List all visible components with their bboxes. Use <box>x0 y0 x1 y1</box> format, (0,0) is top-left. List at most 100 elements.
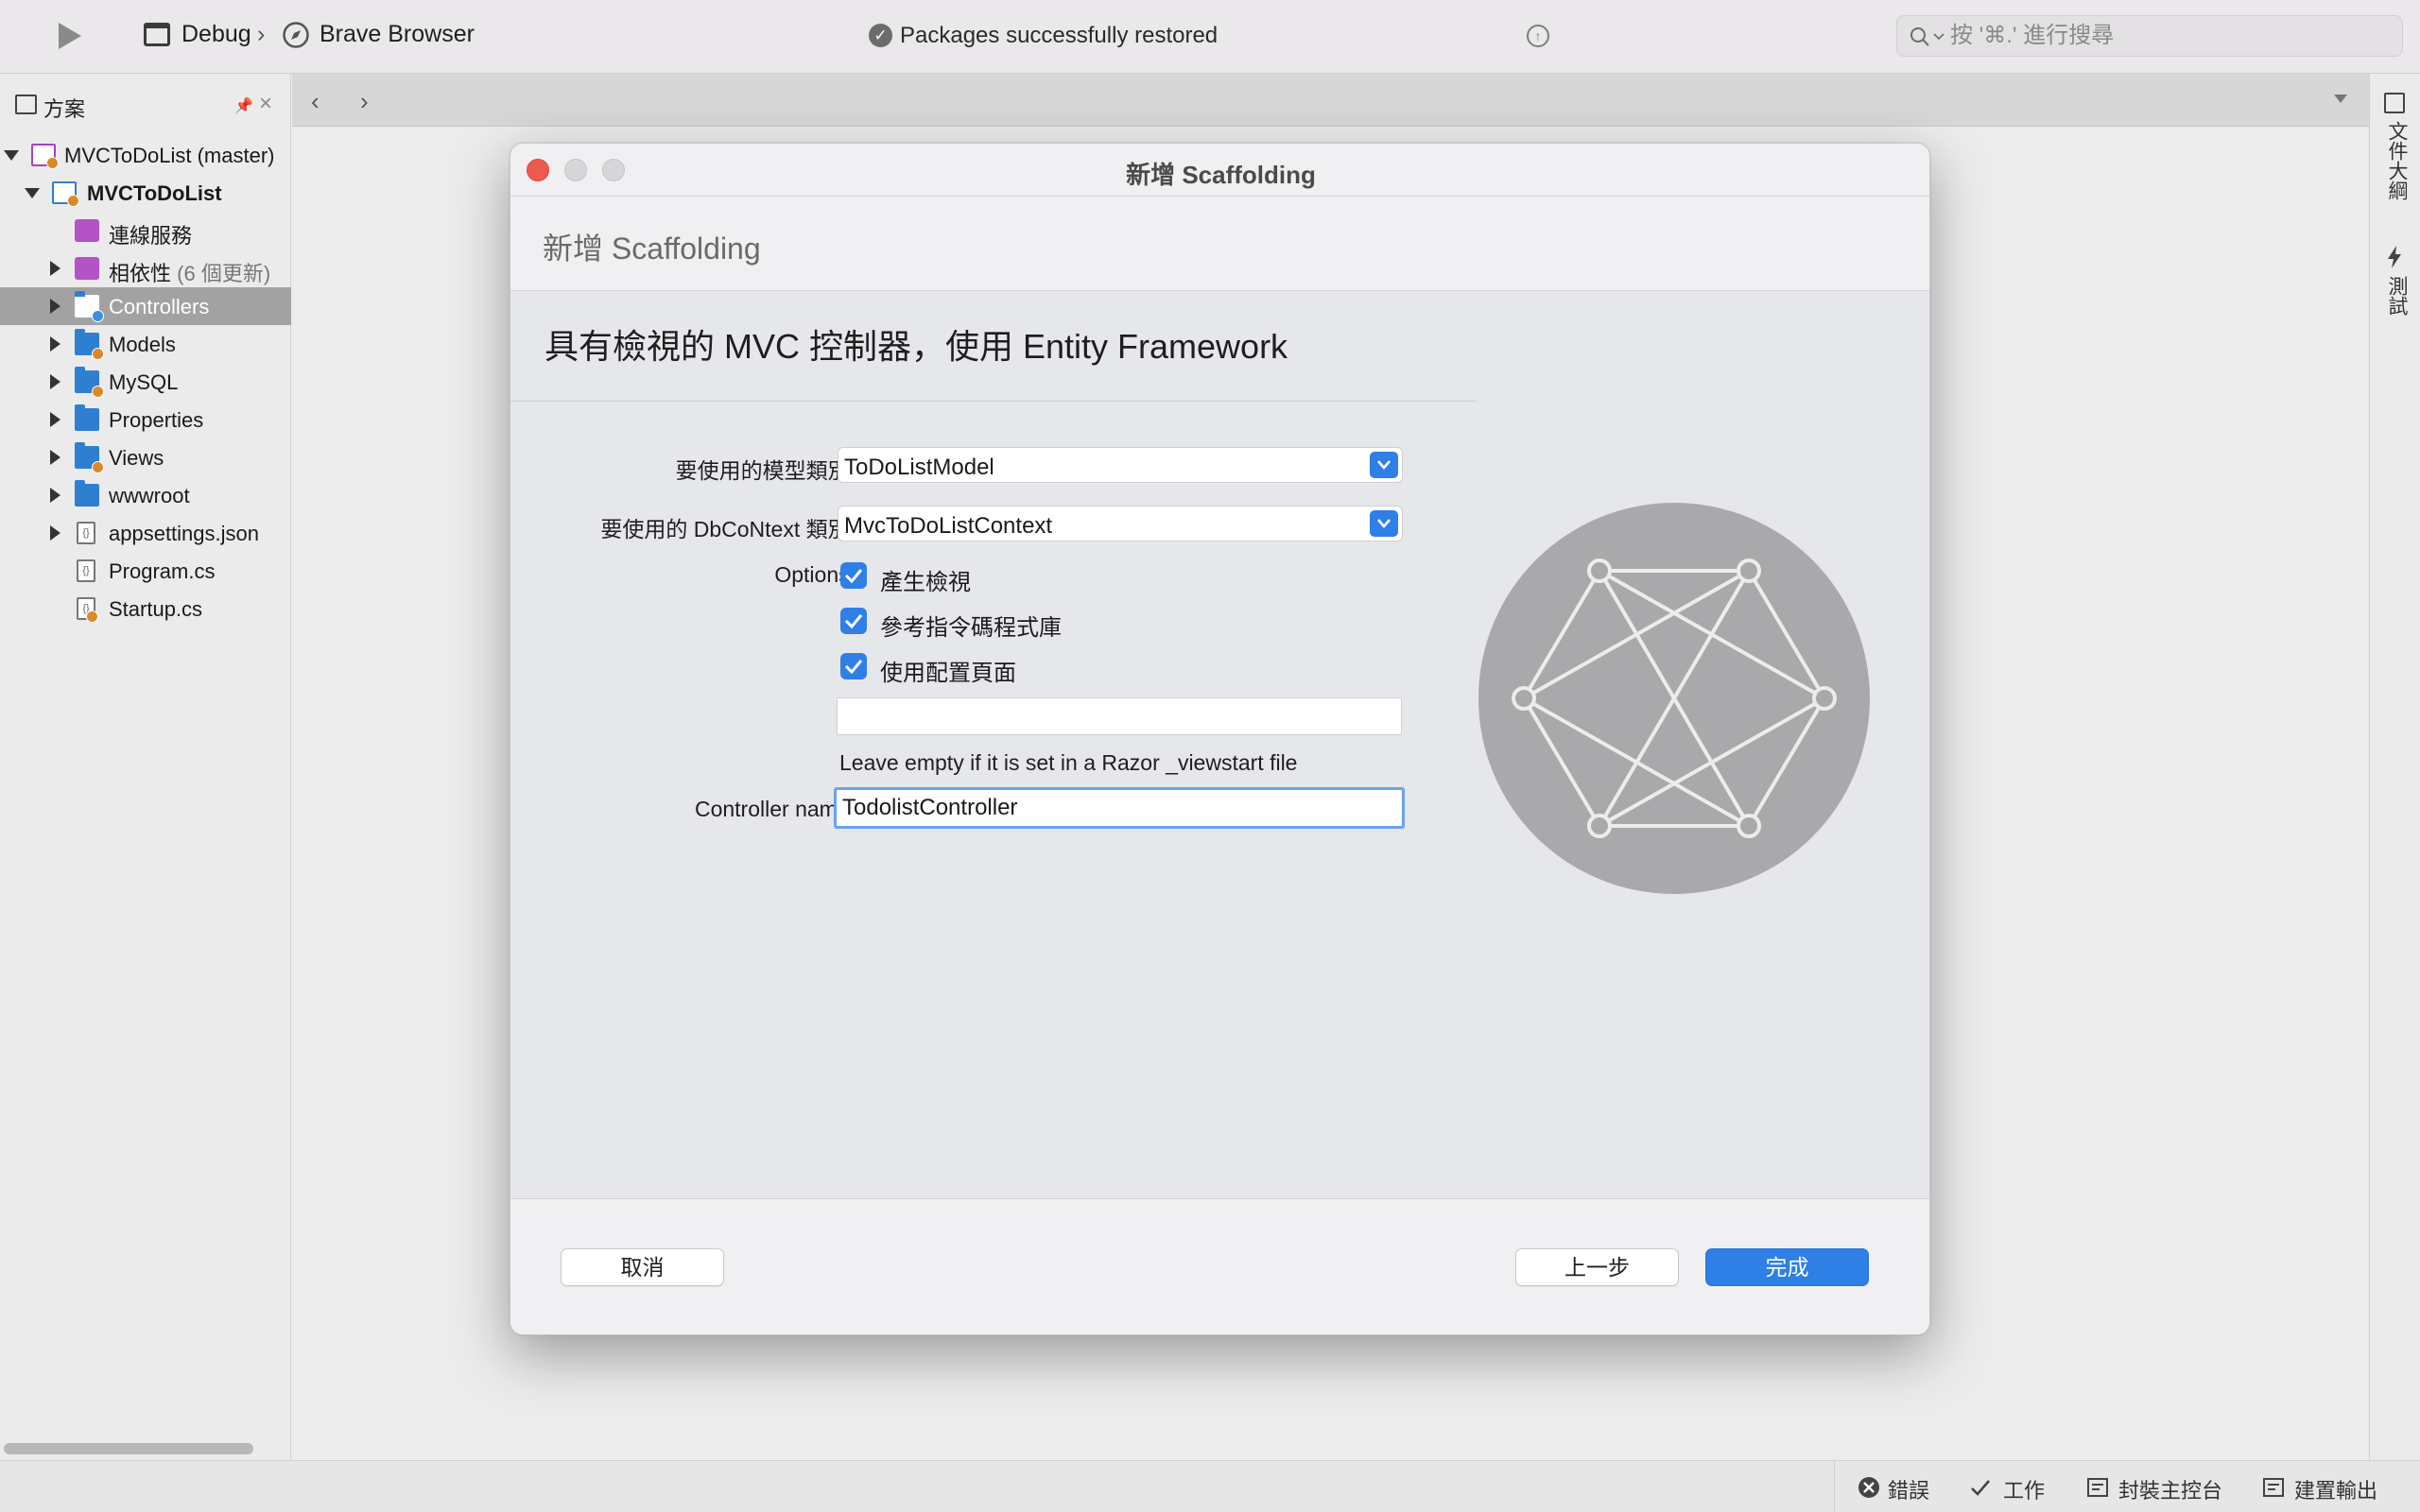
layout-page-hint: Leave empty if it is set in a Razor _vie… <box>839 750 1298 775</box>
add-scaffolding-dialog: 新增 Scaffolding 新增 Scaffolding 具有檢視的 MVC … <box>510 143 1930 1335</box>
tree-item-label: wwwroot <box>109 484 190 507</box>
chevron-right-icon[interactable] <box>50 412 60 427</box>
run-icon[interactable] <box>49 17 87 55</box>
cs-file-icon: {} <box>77 559 95 582</box>
tree-item-appsettings[interactable]: {} appsettings.json <box>0 514 291 552</box>
horizontal-scrollbar[interactable] <box>4 1443 253 1454</box>
folder-icon <box>75 442 104 473</box>
project-icon <box>52 181 79 207</box>
tree-item-solution[interactable]: MVCToDoList (master) <box>0 136 291 174</box>
tree-item-controllers[interactable]: Controllers <box>0 287 291 325</box>
model-class-select[interactable]: ToDoListModel <box>838 447 1403 483</box>
tree-item-models[interactable]: Models <box>0 325 291 363</box>
reference-script-libraries-checkbox[interactable] <box>840 608 867 634</box>
generate-views-label: 產生檢視 <box>880 570 971 595</box>
folder-icon <box>75 291 104 322</box>
tree-item-connected-services[interactable]: 連線服務 <box>0 212 291 249</box>
tree-item-dependencies[interactable]: 相依性 (6 個更新) <box>0 249 291 287</box>
folder-icon <box>75 480 99 507</box>
tree-item-label: MySQL <box>109 370 179 394</box>
chevron-down-icon[interactable] <box>25 188 40 198</box>
document-outline-tab[interactable]: 文件大綱 <box>2382 121 2411 200</box>
chevron-left-icon[interactable]: ‹ <box>311 87 320 116</box>
divider <box>510 401 1477 402</box>
chevron-right-icon[interactable] <box>50 488 60 503</box>
tree-item-project[interactable]: MVCToDoList <box>0 174 291 212</box>
dialog-header: 新增 Scaffolding <box>510 197 1929 291</box>
json-file-icon: {} <box>77 522 95 544</box>
checkmark-icon <box>1971 1480 1990 1496</box>
tree-item-properties[interactable]: Properties <box>0 401 291 438</box>
tree-item-mysql[interactable]: MySQL <box>0 363 291 401</box>
finish-button[interactable]: 完成 <box>1705 1248 1869 1286</box>
tree-item-program[interactable]: {} Program.cs <box>0 552 291 590</box>
dialog-header-title: 新增 Scaffolding <box>543 232 761 266</box>
solution-pad-icon <box>15 94 37 114</box>
solution-pad-header: 方案 📌 × <box>0 74 291 136</box>
tree-item-label: appsettings.json <box>109 522 259 545</box>
tree-item-wwwroot[interactable]: wwwroot <box>0 476 291 514</box>
chevron-right-icon[interactable] <box>50 525 60 541</box>
model-class-label: 要使用的模型類別: <box>675 458 856 483</box>
tree-item-label: MVCToDoList (master) <box>64 144 275 167</box>
chevron-down-icon[interactable] <box>4 150 19 161</box>
back-button[interactable]: 上一步 <box>1515 1248 1679 1286</box>
tree-item-label: 相依性 (6 個更新) <box>109 257 270 287</box>
document-outline-icon <box>2384 93 2405 113</box>
chevron-right-icon[interactable] <box>50 261 60 276</box>
use-layout-page-checkbox[interactable] <box>840 653 867 679</box>
chevron-right-icon[interactable] <box>50 374 60 389</box>
chevron-right-icon[interactable] <box>50 299 60 314</box>
tree-item-label: Controllers <box>109 295 210 318</box>
search-input[interactable] <box>1950 16 2394 56</box>
errors-pad-button[interactable]: 錯誤 <box>1888 1474 1929 1504</box>
chevron-down-icon[interactable] <box>1370 452 1398 478</box>
tab-list-dropdown-icon[interactable] <box>2334 94 2347 103</box>
test-tab[interactable]: 測試 <box>2382 276 2411 316</box>
solution-pad-title: 方案 <box>43 97 86 121</box>
cancel-button[interactable]: 取消 <box>561 1248 724 1286</box>
updates-icon[interactable]: ↑ <box>1527 25 1549 47</box>
search-box[interactable] <box>1896 15 2403 57</box>
chevron-right-icon[interactable]: › <box>360 87 369 116</box>
pin-icon[interactable]: 📌 <box>234 96 253 115</box>
configuration-icon <box>144 23 170 46</box>
chevron-right-icon[interactable] <box>50 336 60 352</box>
lightning-icon <box>2388 246 2401 268</box>
tree-item-label: Models <box>109 333 176 356</box>
scaffolding-network-icon <box>1478 503 1870 894</box>
console-icon <box>2087 1478 2108 1497</box>
tree-item-label: Views <box>109 446 164 470</box>
close-icon[interactable]: × <box>259 91 272 117</box>
dbcontext-value: MvcToDoListContext <box>844 513 1053 539</box>
status-message: Packages successfully restored <box>900 23 1219 48</box>
layout-page-input[interactable] <box>837 697 1402 735</box>
build-output-icon <box>2263 1478 2284 1497</box>
dialog-footer: 取消 上一步 完成 <box>510 1198 1929 1334</box>
tree-item-label: MVCToDoList <box>87 181 222 205</box>
chevron-down-icon[interactable] <box>1370 510 1398 537</box>
tree-item-label: 連線服務 <box>109 224 193 248</box>
dependencies-label: 相依性 <box>109 262 172 285</box>
folder-icon <box>75 367 104 398</box>
status-bar-pads: 錯誤 工作 封裝主控台 建置輸出 <box>1834 1461 2377 1512</box>
chevron-right-icon[interactable] <box>50 450 60 465</box>
cs-file-icon: {} <box>77 597 98 623</box>
target-browser-selector[interactable]: Brave Browser <box>320 21 475 48</box>
generate-views-checkbox[interactable] <box>840 562 867 589</box>
package-console-button[interactable]: 封裝主控台 <box>2118 1474 2222 1504</box>
chevron-down-icon <box>1933 33 1945 41</box>
editor-tab-bar: ‹ › <box>292 74 2369 127</box>
tasks-pad-button[interactable]: 工作 <box>2003 1474 2045 1504</box>
tree-item-startup[interactable]: {} Startup.cs <box>0 590 291 627</box>
controller-name-input[interactable] <box>834 787 1405 829</box>
tree-item-views[interactable]: Views <box>0 438 291 476</box>
use-layout-page-label: 使用配置頁面 <box>880 661 1016 686</box>
configuration-selector[interactable]: Debug <box>182 21 251 48</box>
solution-icon <box>31 144 59 169</box>
dbcontext-select[interactable]: MvcToDoListContext <box>838 506 1403 541</box>
tree-item-label: Properties <box>109 408 204 432</box>
check-circle-icon: ✓ <box>869 24 892 47</box>
main-toolbar: Debug › Brave Browser ✓ Packages success… <box>0 0 2420 74</box>
build-output-button[interactable]: 建置輸出 <box>2294 1474 2377 1504</box>
